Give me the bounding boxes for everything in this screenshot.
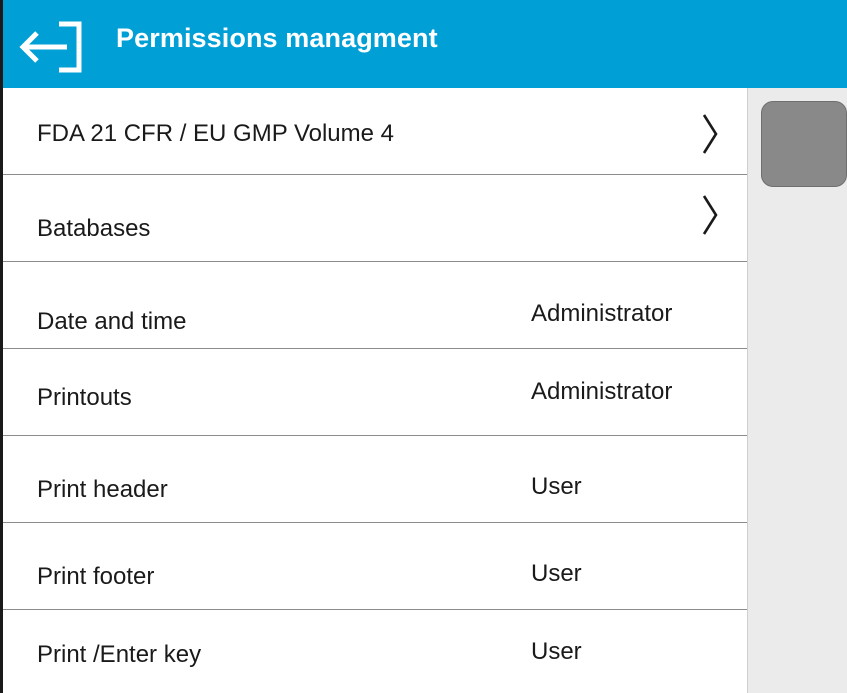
scrollbar-track[interactable]: [747, 88, 847, 693]
list-item-fda-cfr[interactable]: FDA 21 CFR / EU GMP Volume 4: [3, 88, 747, 175]
page-title: Permissions managment: [116, 23, 438, 53]
list-item-date-time[interactable]: Date and time Administrator: [3, 262, 747, 349]
permission-value: User: [531, 560, 582, 587]
permission-value: User: [531, 473, 582, 500]
permission-value: User: [531, 638, 582, 665]
permissions-list: FDA 21 CFR / EU GMP Volume 4 Batabases D…: [3, 88, 747, 693]
chevron-right-icon: [702, 195, 718, 235]
list-item-label: Print /Enter key: [37, 641, 202, 668]
back-button[interactable]: [9, 8, 89, 80]
list-item-print-header[interactable]: Print header User: [3, 436, 747, 523]
list-item-label: Batabases: [37, 215, 151, 242]
permissions-screen: Permissions managment FDA 21 CFR / EU GM…: [0, 0, 847, 693]
header-bar: Permissions managment: [3, 0, 847, 88]
list-item-print-enter-key[interactable]: Print /Enter key User: [3, 610, 747, 693]
list-item-label: Date and time: [37, 308, 187, 335]
list-item-databases[interactable]: Batabases: [3, 175, 747, 262]
permission-value: Administrator: [531, 300, 673, 327]
scrollbar-thumb[interactable]: [761, 101, 847, 187]
list-item-printouts[interactable]: Printouts Administrator: [3, 349, 747, 436]
exit-arrow-icon: [19, 21, 82, 73]
list-item-label: FDA 21 CFR / EU GMP Volume 4: [37, 120, 395, 147]
list-item-label: Print footer: [37, 563, 155, 590]
chevron-right-icon: [702, 114, 718, 154]
list-item-label: Print header: [37, 476, 168, 503]
list-item-label: Printouts: [37, 384, 132, 411]
permission-value: Administrator: [531, 378, 673, 405]
list-item-print-footer[interactable]: Print footer User: [3, 523, 747, 610]
